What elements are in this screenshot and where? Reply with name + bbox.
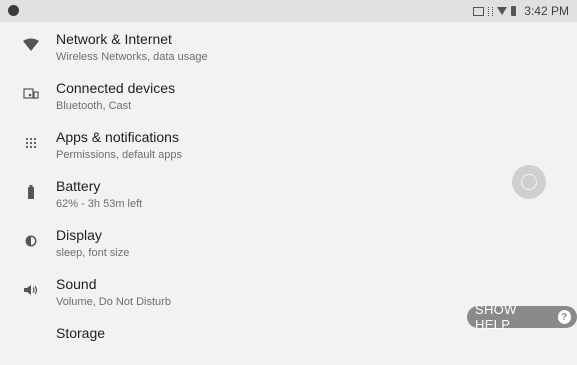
settings-item-title: Storage: [56, 325, 106, 341]
devices-icon: [22, 85, 40, 103]
vibrate-icon: [488, 6, 494, 16]
screenshot-icon: [473, 6, 485, 16]
ring-icon: [521, 174, 537, 190]
wifi-signal-icon: [497, 7, 508, 15]
volume-icon: [22, 281, 40, 299]
wifi-icon: [22, 36, 40, 54]
notification-dot-icon: [8, 5, 19, 16]
settings-item-subtitle: Permissions, default apps: [56, 149, 182, 161]
settings-item-title: Apps & notifications: [56, 129, 179, 145]
show-help-button[interactable]: SHOW HELP ?: [467, 302, 577, 332]
status-icons: 3:42 PM: [473, 0, 569, 22]
battery-status-icon: [511, 6, 517, 16]
settings-item-connected-devices[interactable]: Connected devices Bluetooth, Cast: [0, 71, 577, 120]
settings-item-title: Battery: [56, 178, 101, 194]
navigation-ring-icon[interactable]: [512, 165, 546, 199]
clock: 3:42 PM: [524, 4, 569, 18]
battery-icon: [22, 183, 40, 201]
settings-item-title: Sound: [56, 276, 97, 292]
settings-item-subtitle: Wireless Networks, data usage: [56, 51, 208, 63]
settings-item-display[interactable]: Display sleep, font size: [0, 218, 577, 267]
settings-item-subtitle: Volume, Do Not Disturb: [56, 296, 171, 308]
show-help-label: SHOW HELP: [475, 302, 517, 332]
settings-item-network[interactable]: Network & Internet Wireless Networks, da…: [0, 22, 577, 71]
settings-item-subtitle: Bluetooth, Cast: [56, 100, 132, 112]
settings-item-title: Network & Internet: [56, 31, 172, 47]
settings-item-subtitle: sleep, font size: [56, 247, 130, 259]
question-icon: ?: [557, 310, 571, 324]
status-bar: 3:42 PM: [0, 0, 577, 22]
settings-item-battery[interactable]: Battery 62% - 3h 53m left: [0, 169, 577, 218]
settings-item-subtitle: 62% - 3h 53m left: [56, 198, 143, 210]
settings-item-apps[interactable]: Apps & notifications Permissions, defaul…: [0, 120, 577, 169]
settings-item-title: Display: [56, 227, 102, 243]
settings-item-title: Connected devices: [56, 80, 176, 96]
apps-grid-icon: [22, 134, 40, 152]
brightness-icon: [22, 232, 40, 250]
